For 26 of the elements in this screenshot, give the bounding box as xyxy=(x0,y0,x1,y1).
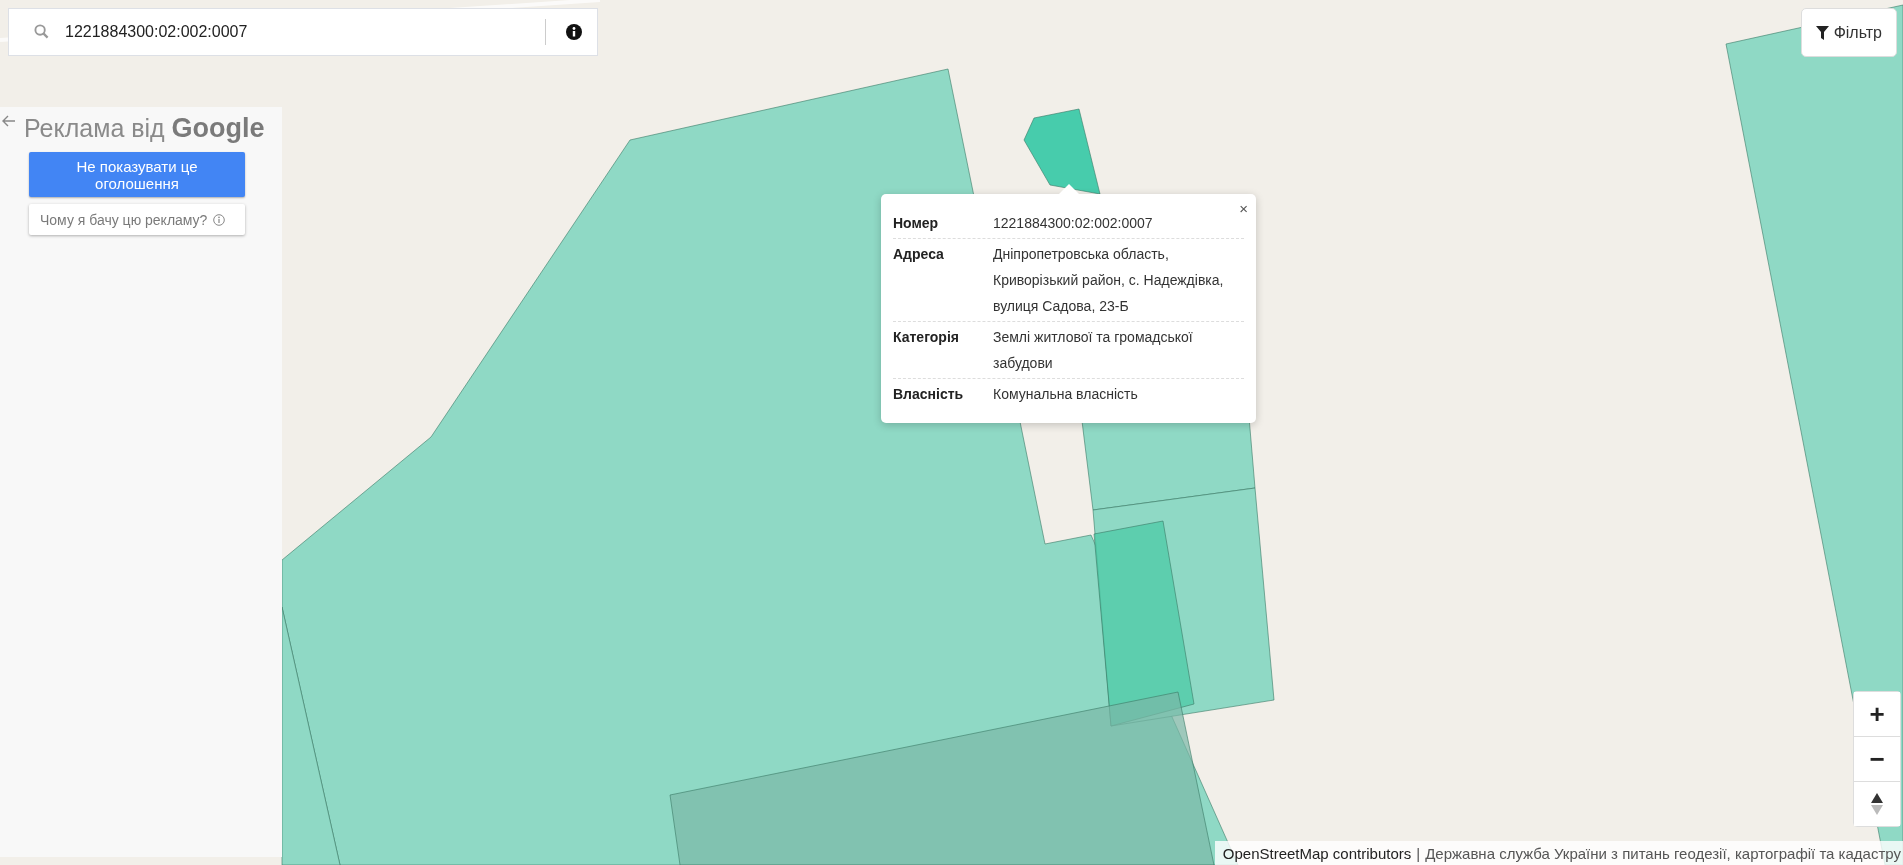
search-icon xyxy=(34,24,49,39)
separator-text: | xyxy=(1416,844,1421,862)
filter-button[interactable]: Фільтр xyxy=(1800,8,1897,57)
info-icon[interactable] xyxy=(566,24,582,40)
close-button[interactable]: × xyxy=(1239,200,1248,217)
back-arrow-icon[interactable] xyxy=(2,115,16,127)
hide-ad-button[interactable]: Не показувати це оголошення xyxy=(29,152,245,197)
field-label: Адреса xyxy=(893,245,945,264)
search-field[interactable]: 1221884300:02:002:0007 xyxy=(8,8,598,56)
compass-icon xyxy=(1871,793,1883,815)
zoom-in-button[interactable]: + xyxy=(1854,692,1900,737)
info-icon xyxy=(213,213,226,226)
land-parcel[interactable] xyxy=(669,691,1215,865)
field-value: 1221884300:02:002:0007 xyxy=(993,214,1154,233)
why-this-ad-button[interactable]: Чому я бачу цю рекламу? xyxy=(29,204,245,235)
attribution-text: Державна служба України з питань геодезії, картографії та кадастру xyxy=(1425,844,1901,862)
field-label: Номер xyxy=(893,214,940,233)
osm-link[interactable]: OpenStreetMap contributors xyxy=(1222,844,1412,862)
field-label: Категорія xyxy=(893,328,960,347)
filter-icon xyxy=(1815,25,1829,40)
ad-title: Реклама від Google xyxy=(24,113,265,144)
field-value: Землі житлової та громадської забудови xyxy=(993,328,1194,373)
field-value: Дніпропетровська область, Криворізький район, с. Надеждівка, вулиця Садова, 23-Б xyxy=(993,245,1225,316)
field-value: Комунальна власність xyxy=(993,385,1139,404)
field-label: Власність xyxy=(893,385,965,404)
selected-parcel[interactable] xyxy=(1023,108,1101,195)
